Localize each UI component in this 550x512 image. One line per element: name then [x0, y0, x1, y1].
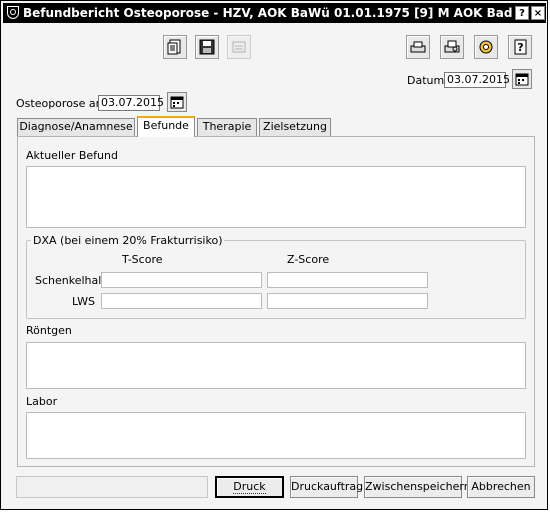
schenkelhals-z-score-field[interactable] — [267, 272, 428, 288]
print-icon — [410, 41, 426, 53]
print-preview-button[interactable] — [440, 35, 464, 59]
disabled-icon — [232, 41, 246, 53]
document-icon — [167, 39, 181, 55]
tab-zielsetzung[interactable]: Zielsetzung — [259, 118, 331, 136]
settings-icon — [479, 40, 493, 54]
osteoporose-calendar-button[interactable] — [167, 92, 187, 112]
tab-diagnose-anamnese[interactable]: Diagnose/Anamnese — [17, 118, 135, 136]
dialog-window: Befundbericht Osteoporose - HZV, AOK BaW… — [0, 0, 548, 510]
status-field — [16, 476, 208, 498]
tab-befunde[interactable]: Befunde — [137, 116, 195, 137]
datum-calendar-button[interactable] — [512, 69, 532, 89]
labor-textarea[interactable] — [26, 412, 526, 459]
save-icon — [199, 39, 215, 55]
disabled-tool-button[interactable] — [227, 35, 251, 59]
roentgen-label: Röntgen — [26, 324, 72, 337]
druckauftrag-button[interactable]: Druckauftrag — [290, 476, 363, 498]
datum-field[interactable]: 03.07.2015 — [444, 72, 510, 88]
z-score-header: Z-Score — [287, 253, 330, 266]
help-button[interactable]: ? — [508, 35, 532, 59]
settings-button[interactable] — [474, 35, 498, 59]
lws-z-score-field[interactable] — [267, 293, 428, 309]
save-button[interactable] — [195, 35, 219, 59]
calendar-icon — [170, 96, 184, 109]
lws-t-score-field[interactable] — [101, 293, 262, 309]
osteoporose-label: Osteoporose am — [16, 97, 107, 110]
aktueller-befund-textarea[interactable] — [26, 166, 526, 228]
aktueller-befund-label: Aktueller Befund — [26, 149, 118, 162]
help-icon: ? — [514, 39, 527, 55]
lws-label: LWS — [72, 295, 95, 308]
zwischenspeichern-button[interactable]: Zwischenspeichern — [364, 476, 471, 498]
dxa-group-title: DXA (bei einem 20% Frakturrisiko) — [31, 234, 225, 247]
calendar-icon — [515, 73, 529, 86]
help-title-button[interactable]: ? — [515, 6, 529, 20]
t-score-header: T-Score — [122, 253, 163, 266]
datum-label: Datum — [407, 74, 445, 87]
print-preview-icon — [444, 40, 460, 53]
print-button[interactable] — [406, 35, 430, 59]
schenkelhals-label: Schenkelhals — [35, 274, 108, 287]
abbrechen-button[interactable]: Abbrechen — [467, 476, 535, 498]
tab-therapie[interactable]: Therapie — [197, 118, 257, 136]
new-document-button[interactable] — [163, 35, 187, 59]
shield-icon — [7, 6, 19, 19]
labor-label: Labor — [26, 395, 58, 408]
schenkelhals-t-score-field[interactable] — [101, 272, 262, 288]
osteoporose-date-field[interactable]: 03.07.2015 — [98, 95, 164, 111]
svg-text:?: ? — [517, 41, 523, 54]
druck-button[interactable]: Druck — [215, 476, 284, 498]
window-title: Befundbericht Osteoporose - HZV, AOK BaW… — [23, 6, 513, 20]
druck-label: Druck — [233, 480, 266, 494]
title-bar: Befundbericht Osteoporose - HZV, AOK BaW… — [3, 3, 546, 23]
roentgen-textarea[interactable] — [26, 342, 526, 389]
close-button[interactable]: × — [531, 6, 545, 20]
